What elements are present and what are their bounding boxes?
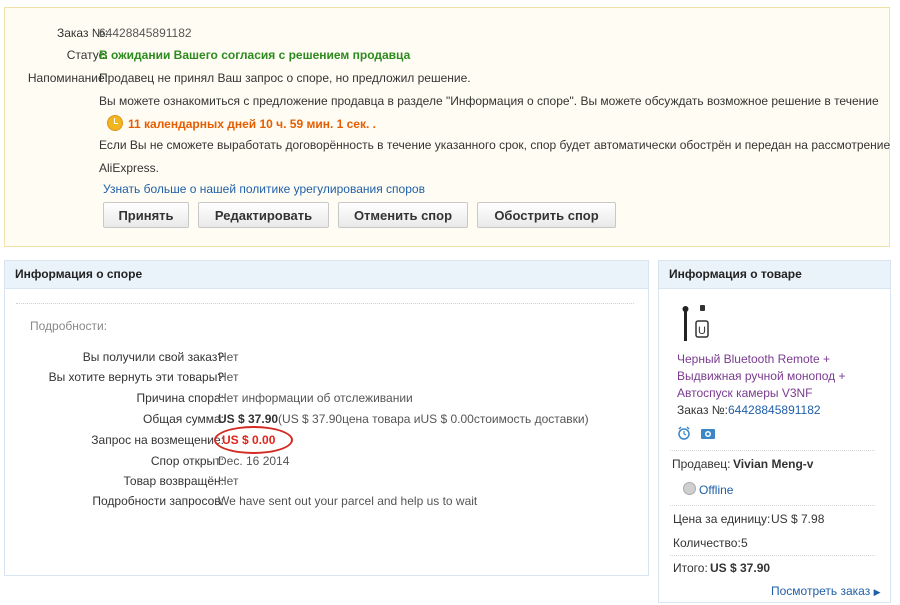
total-value: US $ 37.90	[710, 561, 771, 575]
dispute-row-label: Общая сумма:	[143, 412, 224, 426]
dispute-row-value: Нет	[218, 350, 239, 364]
divider	[670, 555, 875, 556]
product-order-label: Заказ №:	[677, 403, 729, 417]
edit-button[interactable]: Редактировать	[198, 202, 329, 228]
red-highlight-circle	[214, 426, 293, 454]
cancel-dispute-button[interactable]: Отменить спор	[338, 202, 468, 228]
product-name-line-1[interactable]: Черный Bluetooth Remote +	[677, 352, 830, 366]
details-heading: Подробности:	[30, 319, 108, 333]
reminder-line-4: AliExpress.	[99, 161, 160, 175]
order-number: 64428845891182	[99, 26, 192, 40]
online-status[interactable]: Offline	[699, 483, 733, 497]
seller-label: Продавец:	[672, 457, 731, 471]
dispute-policy-link[interactable]: Узнать больше о нашей политике урегулиро…	[103, 182, 425, 196]
countdown-text: 11 календарных дней 10 ч. 59 мин. 1 сек.…	[128, 117, 376, 131]
reminder-line-3: Если Вы не сможете выработать договорённ…	[99, 138, 891, 152]
clock-icon	[107, 115, 123, 131]
status-value: В ожидании Вашего согласия с решением пр…	[99, 48, 411, 62]
divider	[670, 450, 875, 451]
product-name-line-3[interactable]: Автоспуск камеры V3NF	[677, 386, 813, 400]
product-name-line-2[interactable]: Выдвижная ручной монопод +	[677, 369, 845, 383]
product-order-number[interactable]: 64428845891182	[728, 403, 821, 417]
svg-text:U: U	[698, 325, 706, 337]
dispute-row-label: Причина спора:	[136, 391, 224, 405]
total-amount-bold: US $ 37.90	[218, 412, 279, 426]
dispute-row-value: Нет информации об отслеживании	[218, 391, 413, 405]
total-amount: US $ 37.90(US $ 37.90цена товара иUS $ 0…	[218, 412, 589, 426]
dispute-row-label: Подробности запросов:	[92, 494, 224, 508]
reminder-line-2: Вы можете ознакомиться с предложение про…	[99, 94, 879, 108]
dispute-row-value: Нет	[218, 370, 239, 384]
dispute-row-label: Спор открыт:	[150, 454, 224, 468]
quantity: 5	[741, 536, 748, 550]
countdown: 11 календарных дней 10 ч. 59 мин. 1 сек.…	[107, 115, 376, 131]
dispute-info-title: Информация о споре	[5, 261, 648, 289]
chat-offline-icon[interactable]	[683, 482, 696, 495]
product-thumbnail[interactable]: U	[678, 303, 714, 343]
accept-button[interactable]: Принять	[103, 202, 189, 228]
dispute-row-label: Вы хотите вернуть эти товары?	[48, 370, 224, 384]
view-order-link[interactable]: Посмотреть заказ ▶	[771, 584, 880, 598]
total-label: Итого:	[673, 561, 708, 575]
unit-price: US $ 7.98	[771, 512, 825, 526]
unit-price-label: Цена за единицу:	[673, 512, 771, 526]
dispute-row-value: We have sent out your parcel and help us…	[218, 494, 478, 508]
quantity-label: Количество:	[673, 536, 741, 550]
reminder-label: Напоминание:	[27, 71, 108, 85]
total-amount-breakdown: (US $ 37.90цена товара иUS $ 0.00стоимос…	[278, 412, 589, 426]
divider	[16, 303, 634, 304]
escalate-dispute-button[interactable]: Обострить спор	[477, 202, 616, 228]
seller-name: Vivian Meng-v	[733, 457, 814, 471]
product-info-title: Информация о товаре	[659, 261, 890, 289]
snapshot-icon[interactable]	[700, 427, 716, 440]
view-order-label: Посмотреть заказ	[771, 584, 871, 598]
dispute-row-label: Вы получили свой заказ?	[82, 350, 224, 364]
dispute-row-value: Нет	[218, 474, 239, 488]
dispute-row-label: Товар возвращён:	[123, 474, 225, 488]
alarm-clock-icon[interactable]	[677, 426, 691, 440]
dispute-row-label: Запрос на возмещение:	[91, 433, 224, 447]
divider	[670, 505, 875, 506]
reminder-line-1: Продавец не принял Ваш запрос о споре, н…	[99, 71, 471, 85]
arrow-right-icon: ▶	[873, 587, 881, 597]
dispute-row-value: Dec. 16 2014	[218, 454, 290, 468]
